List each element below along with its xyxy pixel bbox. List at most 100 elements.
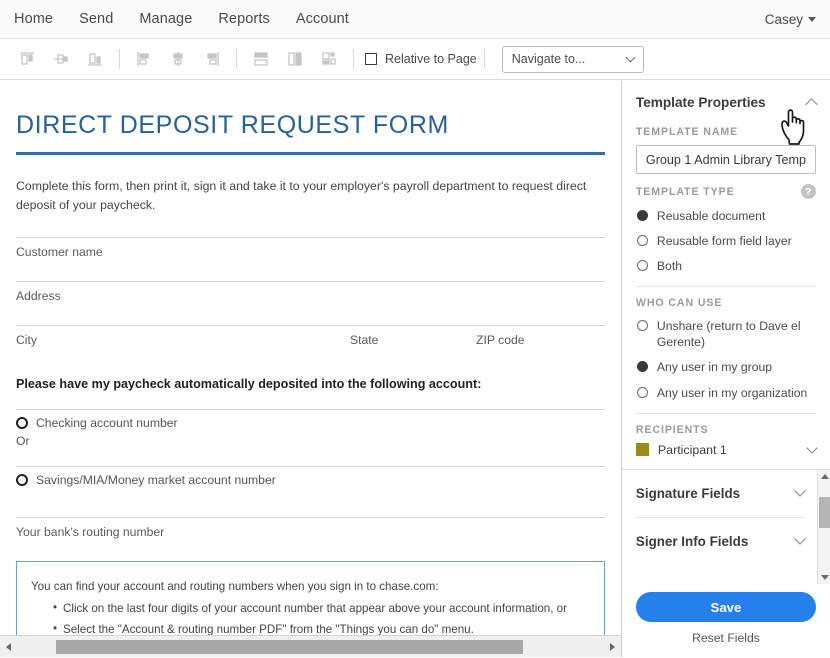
toolbar-separator (119, 49, 120, 69)
radio-line-checking[interactable]: Checking account number (16, 416, 605, 430)
reset-fields-link[interactable]: Reset Fields (636, 631, 816, 645)
option-checking-account[interactable]: Checking account number Or (16, 408, 605, 448)
scroll-right-arrow-icon[interactable] (605, 636, 621, 658)
scroll-left-arrow-icon[interactable] (0, 636, 16, 658)
field-label-city: City (16, 332, 37, 347)
who-can-use-group-label: WHO CAN USE (622, 287, 830, 309)
align-bottom-icon[interactable] (78, 44, 112, 74)
field-address[interactable]: Address (16, 280, 605, 303)
field-label: Address (16, 288, 61, 303)
user-menu[interactable]: Casey (765, 12, 816, 27)
toolbar-separator (236, 49, 237, 69)
recipients-group-label: RECIPIENTS (622, 414, 830, 436)
scroll-down-arrow-icon[interactable] (818, 571, 830, 584)
template-name-group-label: TEMPLATE NAME (622, 116, 830, 138)
group-label-text: WHO CAN USE (635, 297, 723, 310)
section-signer-info-fields[interactable]: Signer Info Fields (622, 518, 830, 565)
scrollbar-thumb[interactable] (56, 639, 523, 654)
scrollbar-thumb[interactable] (819, 496, 830, 528)
field-label-state: State (350, 332, 379, 347)
chevron-down-icon (808, 16, 816, 22)
document-pane: DIRECT DEPOSIT REQUEST FORM Complete thi… (0, 81, 622, 657)
template-type-option-both[interactable]: Both (622, 249, 830, 274)
template-type-option-reusable-document[interactable]: Reusable document (622, 199, 830, 224)
who-can-use-option-my-group[interactable]: Any user in my group (622, 350, 830, 375)
chevron-up-icon[interactable] (805, 98, 818, 111)
nav-item-home[interactable]: Home (14, 11, 53, 27)
who-can-use-option-my-organization[interactable]: Any user in my organization (622, 376, 830, 401)
field-customer-name[interactable]: Customer name (16, 236, 605, 259)
help-icon[interactable]: ? (801, 184, 816, 199)
checkbox-icon (365, 53, 377, 65)
template-name-input[interactable]: Group 1 Admin Library Temp (635, 145, 816, 174)
list-item: Click on the last four digits of your ac… (53, 599, 590, 618)
title-divider (16, 152, 605, 155)
field-label: Customer name (16, 244, 103, 259)
chevron-down-icon (625, 52, 636, 63)
radio-selected-icon (636, 361, 648, 373)
option-label: Any user in my group (656, 360, 773, 375)
field-routing-number[interactable]: Your bank's routing number (16, 516, 605, 539)
template-type-option-form-field-layer[interactable]: Reusable form field layer (622, 224, 830, 249)
group-label-text: TEMPLATE NAME (635, 126, 739, 138)
match-width-and-height-icon[interactable] (312, 44, 346, 74)
field-city-state-zip[interactable]: City State ZIP code (16, 324, 605, 347)
toolbar-separator (353, 49, 354, 69)
align-right-icon[interactable] (195, 44, 229, 74)
scrollbar-track[interactable] (16, 636, 605, 658)
align-left-icon[interactable] (127, 44, 161, 74)
toolbar-separator (483, 49, 485, 69)
info-box: You can find your account and routing nu… (16, 560, 605, 635)
panel-title: Template Properties (635, 95, 766, 110)
nav-item-reports[interactable]: Reports (218, 11, 269, 27)
nav-item-send[interactable]: Send (79, 11, 113, 27)
option-savings-account[interactable]: Savings/MIA/Money market account number (16, 465, 605, 487)
match-width-icon[interactable] (244, 44, 278, 74)
radio-button-icon[interactable] (16, 416, 28, 429)
section-label: Signer Info Fields (635, 533, 749, 549)
document-title: DIRECT DEPOSIT REQUEST FORM (16, 111, 449, 139)
template-type-group-label: TEMPLATE TYPE ? (622, 174, 830, 199)
chevron-down-icon[interactable] (794, 485, 806, 497)
match-height-icon[interactable] (278, 44, 312, 74)
document-canvas[interactable]: DIRECT DEPOSIT REQUEST FORM Complete thi… (0, 81, 621, 635)
chevron-down-icon[interactable] (806, 441, 818, 454)
align-middle-horizontal-icon[interactable] (44, 44, 78, 74)
who-can-use-option-unshare[interactable]: Unshare (return to Dave el Gerente) (622, 309, 830, 350)
radio-selected-icon (636, 210, 648, 221)
address-row: City State ZIP code (16, 326, 605, 347)
navigate-to-dropdown[interactable]: Navigate to... (501, 45, 644, 73)
radio-button-icon[interactable] (16, 473, 28, 486)
nav-item-account[interactable]: Account (296, 11, 349, 27)
relative-to-page-checkbox[interactable]: Relative to Page (365, 52, 477, 66)
panel-footer: Save Reset Fields (621, 584, 830, 657)
radio-unselected-icon (636, 386, 648, 398)
field-underline (16, 465, 605, 467)
group-label-text: RECIPIENTS (635, 423, 709, 436)
document-horizontal-scrollbar[interactable] (0, 635, 621, 657)
option-label: Savings/MIA/Money market account number (36, 472, 276, 487)
radio-unselected-icon (636, 260, 648, 272)
template-name-value: Group 1 Admin Library Temp (645, 152, 806, 167)
chevron-down-icon[interactable] (794, 533, 806, 545)
align-center-icon[interactable] (161, 44, 195, 74)
option-label: Reusable form field layer (656, 234, 792, 249)
field-underline (16, 408, 605, 410)
recipient-row-participant-1[interactable]: Participant 1 (622, 436, 830, 457)
scroll-up-arrow-icon[interactable] (818, 470, 830, 483)
option-label: Unshare (return to Dave el Gerente) (656, 319, 801, 350)
workspace: DIRECT DEPOSIT REQUEST FORM Complete thi… (0, 81, 830, 657)
deposit-section-heading: Please have my paycheck automatically de… (16, 376, 482, 391)
list-item: Select the "Account & routing number PDF… (53, 620, 590, 635)
panel-vertical-scrollbar[interactable] (817, 469, 830, 584)
or-separator-text: Or (16, 433, 30, 448)
info-box-list: Click on the last four digits of your ac… (31, 599, 590, 635)
align-top-icon[interactable] (10, 44, 44, 74)
recipient-color-swatch (635, 443, 649, 457)
save-button[interactable]: Save (635, 592, 816, 622)
navigate-to-label: Navigate to... (511, 52, 586, 66)
recipient-name: Participant 1 (657, 442, 727, 457)
nav-item-manage[interactable]: Manage (139, 11, 192, 27)
radio-line-savings[interactable]: Savings/MIA/Money market account number (16, 473, 605, 487)
section-signature-fields[interactable]: Signature Fields (622, 470, 830, 517)
